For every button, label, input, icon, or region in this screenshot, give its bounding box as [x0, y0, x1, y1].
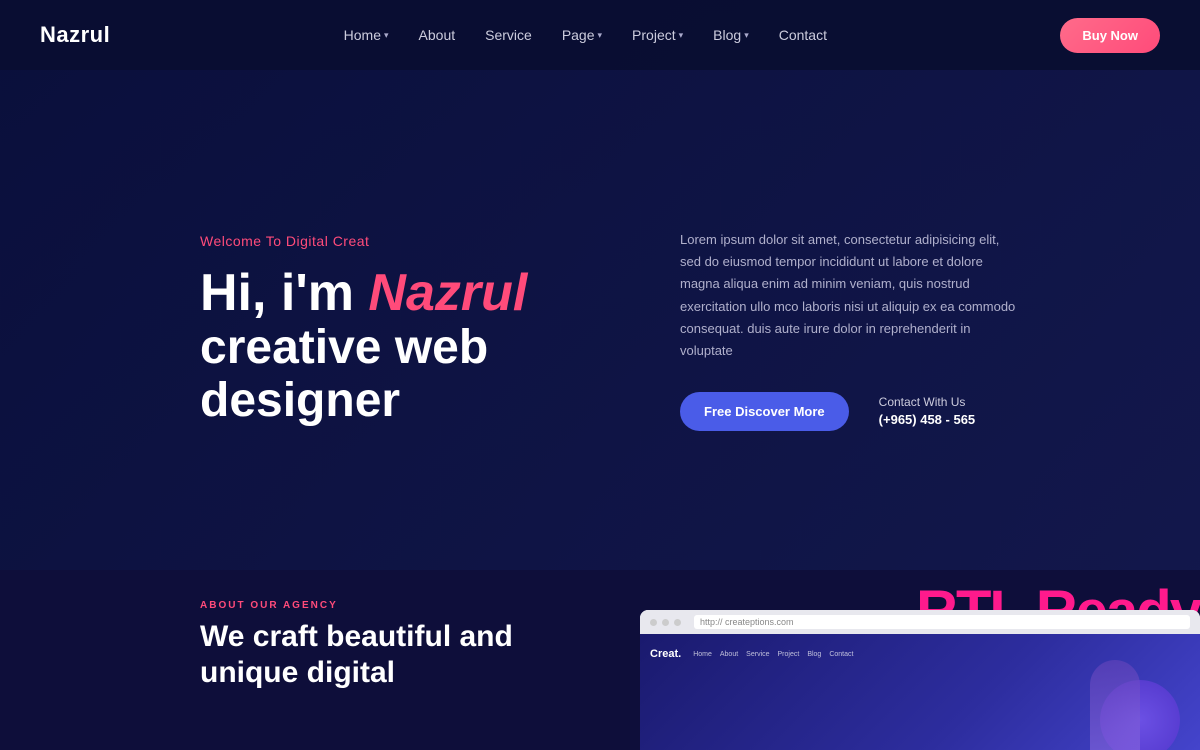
hero-tagline: Welcome To Digital Creat	[200, 233, 600, 249]
hero-actions: Free Discover More Contact With Us (+965…	[680, 392, 1160, 431]
bottom-section: ABOUT OUR AGENCY We craft beautiful and …	[0, 570, 1200, 750]
browser-url-bar: http:// createptions.com	[694, 615, 1190, 629]
hero-section: Nazrul Home ▾ About Service Page	[0, 0, 1200, 570]
discover-more-button[interactable]: Free Discover More	[680, 392, 849, 431]
about-heading-line2: unique digital	[200, 656, 395, 689]
nav-label-page: Page	[562, 27, 595, 43]
hero-heading: Hi, i'm Nazrul creative web designer	[200, 265, 600, 428]
browser-nav-home: Home	[693, 651, 712, 658]
nav-link-home[interactable]: Home ▾	[344, 27, 389, 43]
nav-label-home: Home	[344, 27, 381, 43]
browser-nav-project: Project	[778, 651, 800, 658]
about-heading: We craft beautiful and unique digital	[200, 619, 560, 691]
browser-mockup: http:// createptions.com Creat. Home Abo…	[640, 610, 1200, 750]
browser-dot-3	[674, 619, 681, 626]
nav-link-blog[interactable]: Blog ▾	[713, 27, 749, 43]
nav-label-about: About	[419, 27, 456, 43]
nav-link-page[interactable]: Page ▾	[562, 27, 602, 43]
chevron-down-icon: ▾	[744, 30, 749, 41]
hero-right-panel: Lorem ipsum dolor sit amet, consectetur …	[680, 229, 1160, 431]
browser-dot-1	[650, 619, 657, 626]
chevron-down-icon: ▾	[598, 30, 603, 41]
contact-label: Contact With Us	[879, 395, 975, 409]
nav-item-about[interactable]: About	[419, 27, 456, 43]
nav-label-blog: Blog	[713, 27, 741, 43]
nav-label-contact: Contact	[779, 27, 827, 43]
hero-content: Welcome To Digital Creat Hi, i'm Nazrul …	[0, 70, 1200, 570]
nav-item-contact[interactable]: Contact	[779, 27, 827, 43]
nav-link-service[interactable]: Service	[485, 27, 532, 43]
buy-now-button[interactable]: Buy Now	[1060, 18, 1160, 53]
contact-phone: (+965) 458 - 565	[879, 412, 975, 427]
hero-name: Nazrul	[368, 264, 527, 322]
brand-logo[interactable]: Nazrul	[40, 22, 110, 48]
contact-info: Contact With Us (+965) 458 - 565	[879, 395, 975, 427]
browser-nav-contact: Contact	[829, 651, 853, 658]
nav-link-project[interactable]: Project ▾	[632, 27, 683, 43]
about-label: ABOUT OUR AGENCY	[200, 600, 560, 611]
nav-item-home[interactable]: Home ▾	[344, 27, 389, 43]
browser-nav-service: Service	[746, 651, 769, 658]
about-panel: ABOUT OUR AGENCY We craft beautiful and …	[0, 570, 600, 750]
nav-link-contact[interactable]: Contact	[779, 27, 827, 43]
about-heading-line1: We craft beautiful and	[200, 620, 513, 653]
browser-content: Creat. Home About Service Project Blog C…	[640, 634, 1200, 750]
nav-item-service[interactable]: Service	[485, 27, 532, 43]
browser-nav-about: About	[720, 651, 738, 658]
hero-left-panel: Welcome To Digital Creat Hi, i'm Nazrul …	[200, 233, 600, 428]
hero-heading-prefix: Hi, i'm	[200, 264, 368, 322]
browser-person-figure	[1090, 660, 1140, 750]
browser-logo: Creat.	[650, 648, 681, 660]
hero-subheading: creative web designer	[200, 322, 600, 428]
chevron-down-icon: ▾	[384, 30, 389, 41]
nav-links: Home ▾ About Service Page ▾	[344, 27, 827, 43]
browser-nav-items: Home About Service Project Blog Contact	[693, 651, 853, 658]
nav-item-blog[interactable]: Blog ▾	[713, 27, 749, 43]
hero-description: Lorem ipsum dolor sit amet, consectetur …	[680, 229, 1020, 362]
nav-label-service: Service	[485, 27, 532, 43]
chevron-down-icon: ▾	[679, 30, 684, 41]
nav-item-project[interactable]: Project ▾	[632, 27, 683, 43]
browser-dot-2	[662, 619, 669, 626]
browser-nav-blog: Blog	[807, 651, 821, 658]
nav-label-project: Project	[632, 27, 676, 43]
navbar: Nazrul Home ▾ About Service Page	[0, 0, 1200, 70]
nav-item-page[interactable]: Page ▾	[562, 27, 602, 43]
browser-topbar: http:// createptions.com	[640, 610, 1200, 634]
browser-url-text: http:// createptions.com	[700, 617, 794, 627]
nav-link-about[interactable]: About	[419, 27, 456, 43]
